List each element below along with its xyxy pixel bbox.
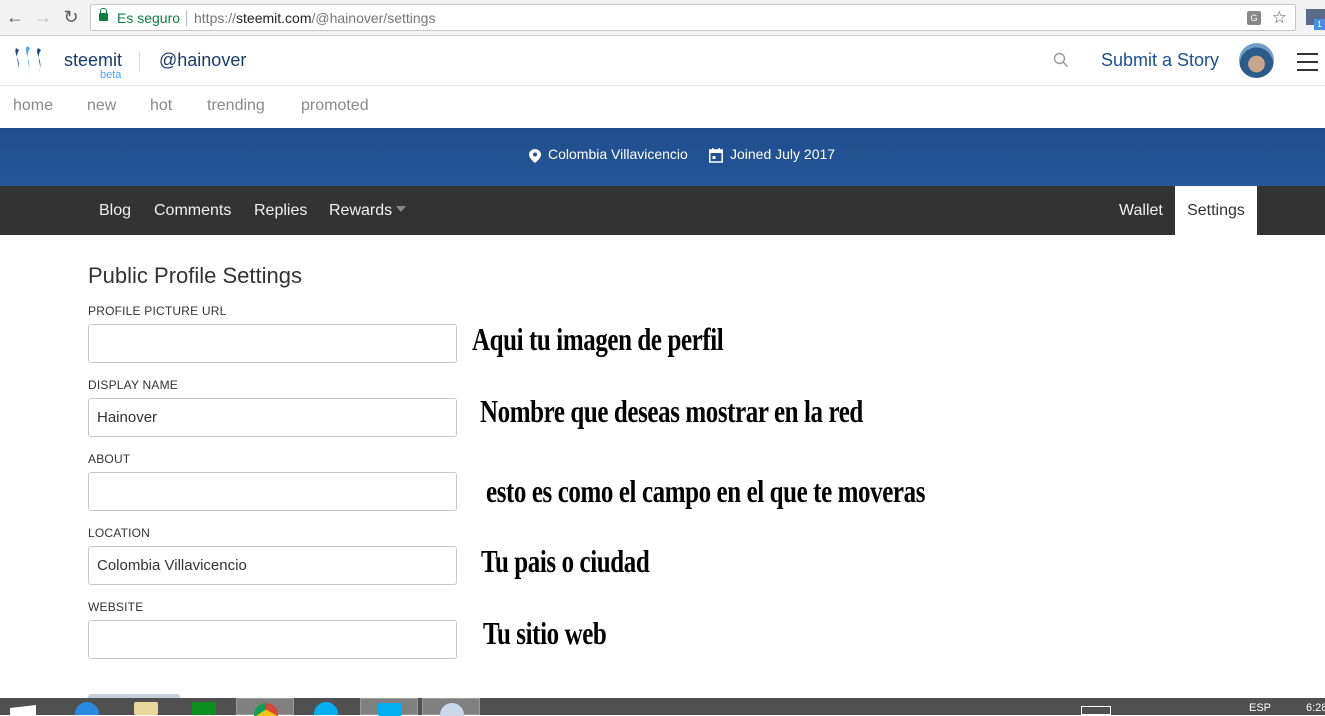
url-text[interactable]: https://steemit.com/@hainover/settings <box>194 10 435 26</box>
annotation-profile-picture: Aqui tu imagen de perfil <box>472 321 724 357</box>
nav-hot[interactable]: hot <box>150 97 172 115</box>
website-label: WEBSITE <box>88 600 144 614</box>
address-bar[interactable]: Es seguro https://steemit.com/@hainover/… <box>90 4 1296 31</box>
store-icon[interactable] <box>175 698 233 715</box>
omnibox-divider <box>186 10 187 26</box>
header-divider <box>139 52 140 72</box>
chrome-icon[interactable] <box>236 698 294 716</box>
tab-blog[interactable]: Blog <box>87 186 143 235</box>
profile-tabs: Blog Comments Replies Rewards Wallet Set… <box>0 186 1325 235</box>
nav-promoted[interactable]: promoted <box>301 97 369 115</box>
windows-start-icon[interactable] <box>0 698 58 715</box>
display-name-label: DISPLAY NAME <box>88 378 178 392</box>
keyboard-icon[interactable] <box>1081 706 1111 715</box>
url-host: steemit.com <box>236 10 312 26</box>
browser-toolbar: ← → ↻ Es seguro https://steemit.com/@hai… <box>0 0 1325 36</box>
language-indicator[interactable]: ESP <box>1249 702 1271 714</box>
profile-picture-url-input[interactable] <box>88 324 457 363</box>
annotation-about: esto es como el campo en el que te mover… <box>486 473 926 509</box>
url-path: /@hainover/settings <box>311 10 436 26</box>
nav-home[interactable]: home <box>13 97 53 115</box>
tab-replies[interactable]: Replies <box>242 186 319 235</box>
annotation-display-name: Nombre que deseas mostrar en la red <box>480 393 863 429</box>
feed-nav: home new hot trending promoted <box>0 87 1325 127</box>
page-title: Public Profile Settings <box>88 263 302 288</box>
bookmark-star-icon[interactable]: ☆ <box>1272 8 1287 28</box>
extension-badge: 1 <box>1314 19 1325 30</box>
calendar-icon <box>709 148 723 163</box>
hamburger-menu-icon[interactable] <box>1297 53 1319 71</box>
paint-icon[interactable] <box>422 698 480 716</box>
forward-arrow-icon[interactable]: → <box>32 6 54 28</box>
reload-icon[interactable]: ↻ <box>60 6 82 28</box>
steemit-logo-icon[interactable] <box>12 44 48 78</box>
lock-icon <box>99 8 108 21</box>
skype-icon[interactable] <box>297 698 355 715</box>
brand-name[interactable]: steemit <box>64 50 122 71</box>
annotation-website: Tu sitio web <box>483 615 607 651</box>
tab-rewards-label: Rewards <box>329 202 393 219</box>
profile-picture-label: PROFILE PICTURE URL <box>88 304 227 318</box>
username-link[interactable]: @hainover <box>159 50 246 71</box>
profile-location: Colombia Villavicencio <box>548 146 688 162</box>
nav-trending[interactable]: trending <box>207 97 265 115</box>
tab-settings[interactable]: Settings <box>1175 186 1257 235</box>
user-avatar[interactable] <box>1239 43 1274 78</box>
file-explorer-icon[interactable] <box>117 698 175 715</box>
annotation-location: Tu pais o ciudad <box>481 543 650 579</box>
beta-label: beta <box>100 69 122 81</box>
about-label: ABOUT <box>88 452 131 466</box>
tab-rewards[interactable]: Rewards <box>317 186 418 235</box>
website-input[interactable] <box>88 620 457 659</box>
nav-new[interactable]: new <box>87 97 116 115</box>
clock[interactable]: 6:28 <box>1306 702 1325 714</box>
chevron-down-icon <box>396 206 407 212</box>
tab-comments[interactable]: Comments <box>142 186 243 235</box>
profile-banner: Colombia Villavicencio Joined July 2017 <box>0 128 1325 186</box>
location-pin-icon <box>529 149 541 163</box>
skype-business-icon[interactable] <box>360 698 418 716</box>
taskbar: ESP 6:28 <box>0 698 1325 716</box>
about-input[interactable] <box>88 472 457 511</box>
translate-icon[interactable]: G <box>1247 11 1261 25</box>
secure-label: Es seguro <box>117 10 181 26</box>
search-icon[interactable] <box>1053 52 1069 68</box>
back-arrow-icon[interactable]: ← <box>4 6 26 28</box>
profile-joined: Joined July 2017 <box>730 146 836 162</box>
location-input[interactable] <box>88 546 457 585</box>
location-label: LOCATION <box>88 526 151 540</box>
tab-wallet[interactable]: Wallet <box>1107 186 1175 235</box>
internet-explorer-icon[interactable] <box>58 698 116 715</box>
site-header: steemit beta @hainover Submit a Story <box>0 36 1325 86</box>
display-name-input[interactable] <box>88 398 457 437</box>
submit-story-link[interactable]: Submit a Story <box>1101 50 1219 71</box>
url-scheme: https:// <box>194 10 237 26</box>
